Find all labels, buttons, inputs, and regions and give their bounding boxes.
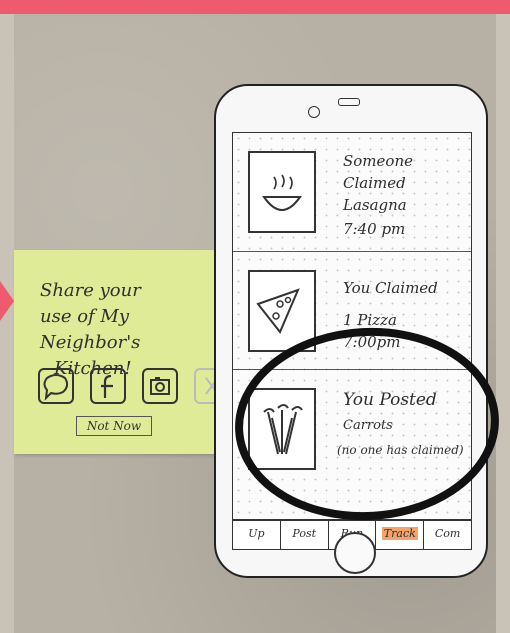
tab-label: Up: [248, 527, 265, 540]
feed-text: Someone: [343, 152, 413, 170]
share-prompt-line: Share your: [40, 280, 141, 301]
tab-up[interactable]: Up: [233, 521, 281, 549]
tab-label: Com: [434, 527, 461, 540]
bowl-icon: [248, 151, 316, 233]
tab-track[interactable]: Track: [376, 521, 425, 549]
home-button[interactable]: [334, 532, 376, 574]
left-edge: [0, 14, 14, 633]
share-prompt-line: use of My Neighbor's: [40, 306, 141, 353]
share-prompt: Share your use of My Neighbor's Kitchen!: [40, 278, 225, 382]
tab-com[interactable]: Com: [424, 521, 471, 549]
camera-icon[interactable]: [142, 368, 178, 404]
top-accent-band: [0, 0, 510, 14]
camera-dot: [308, 106, 320, 118]
not-now-button[interactable]: Not Now: [76, 416, 152, 436]
speaker-slot: [338, 98, 360, 106]
speech-bubble-icon[interactable]: [38, 368, 74, 404]
facebook-icon[interactable]: [90, 368, 126, 404]
feed-text: 7:40 pm: [343, 220, 406, 238]
share-sticky-note: Share your use of My Neighbor's Kitchen!…: [14, 250, 230, 454]
tab-post[interactable]: Post: [281, 521, 329, 549]
tab-label: Track: [381, 527, 418, 540]
tab-label: Post: [292, 527, 317, 540]
highlight-oval: [235, 327, 499, 521]
right-edge: [496, 14, 510, 633]
feed-text: You Claimed: [343, 279, 438, 297]
feed-item[interactable]: Someone Claimed Lasagna 7:40 pm: [233, 133, 471, 251]
share-icon-row: [38, 368, 230, 404]
feed-text: Claimed: [343, 174, 406, 192]
pointer-arrow: [0, 281, 14, 321]
feed-text: Lasagna: [343, 196, 407, 214]
